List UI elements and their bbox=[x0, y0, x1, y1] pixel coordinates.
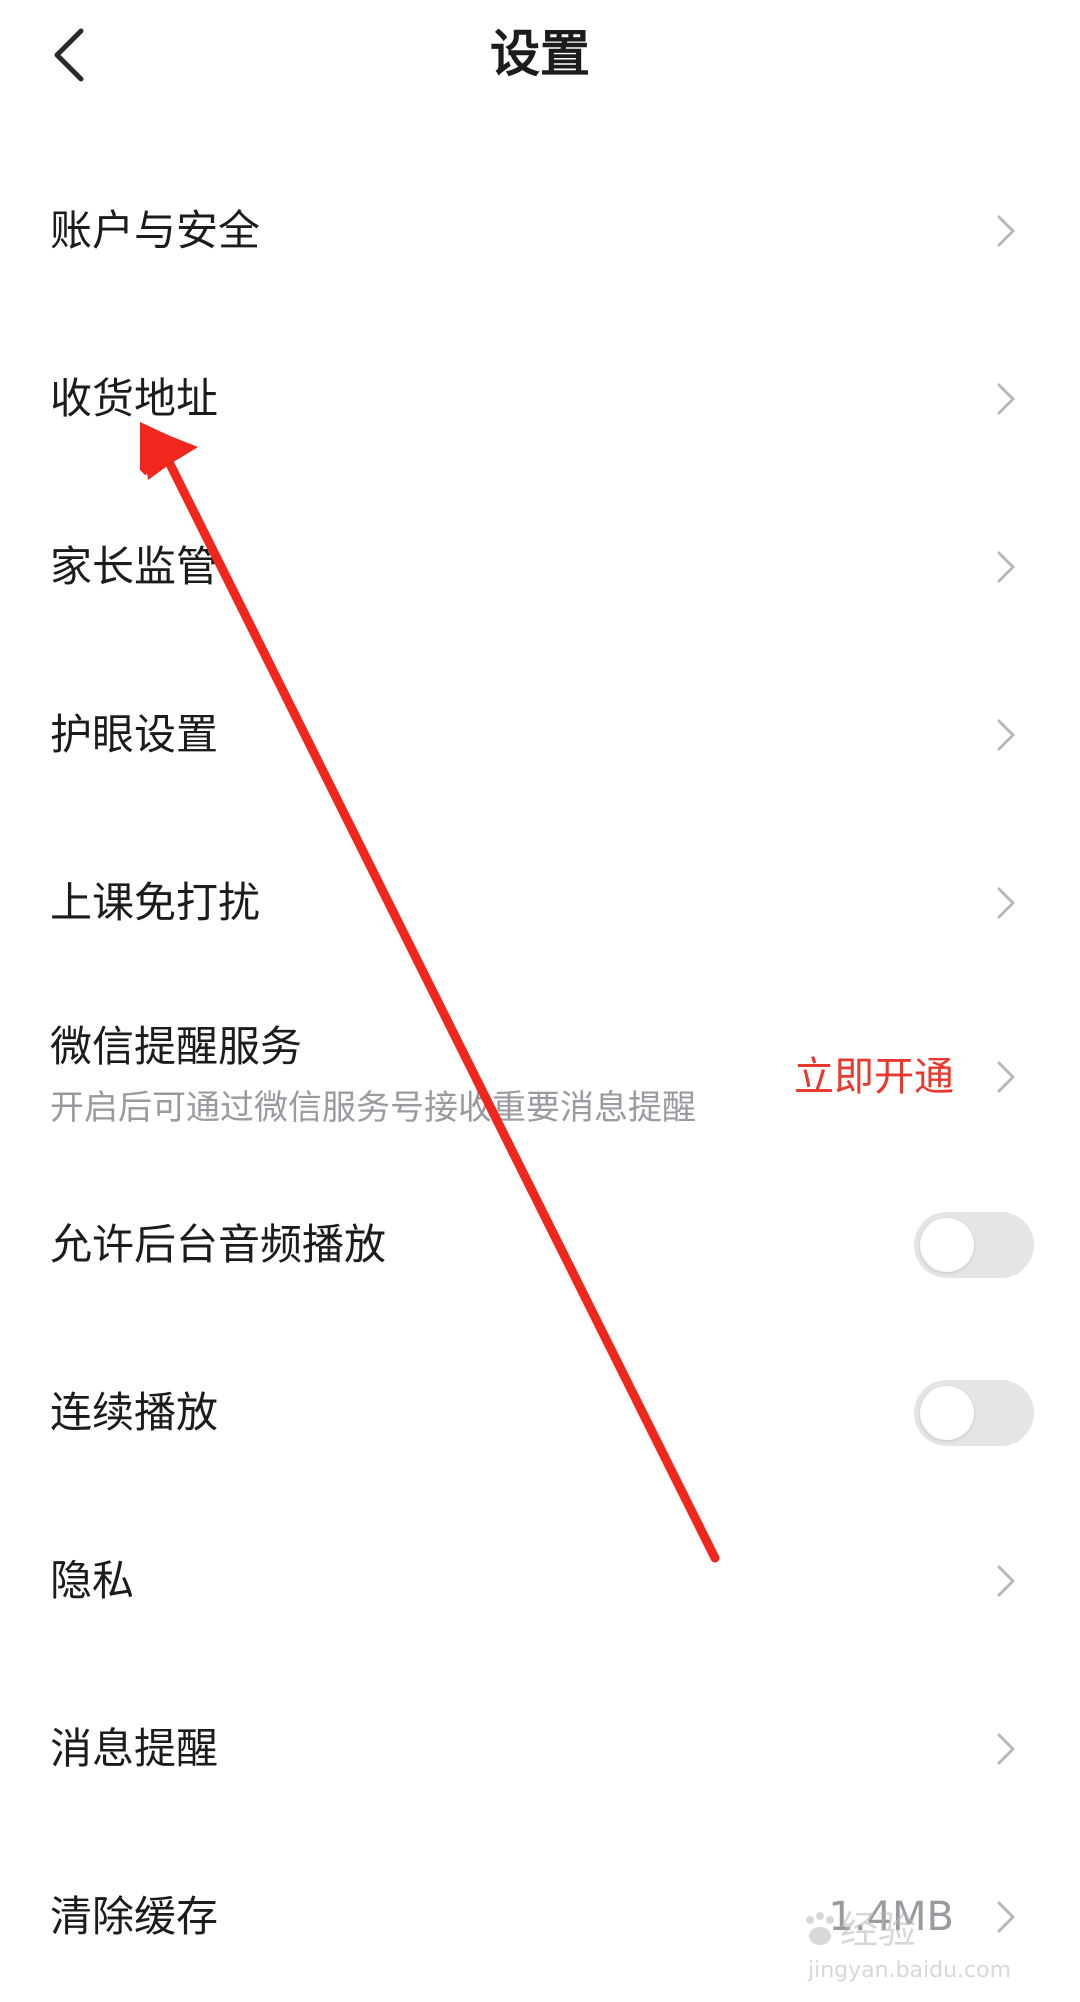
toggle-knob bbox=[920, 1386, 974, 1440]
row-label: 上课免打扰 bbox=[50, 878, 261, 927]
navigation-bar: 设置 bbox=[0, 0, 1080, 110]
watermark: 经验 jingyan.baidu.com bbox=[802, 1904, 1022, 1992]
settings-row-eye-care[interactable]: 护眼设置 bbox=[0, 651, 1080, 819]
row-description: 开启后可通过微信服务号接收重要消息提醒 bbox=[50, 1088, 696, 1128]
paw-logo-icon bbox=[806, 1912, 834, 1945]
chevron-right-icon bbox=[997, 1565, 1015, 1597]
row-label: 清除缓存 bbox=[50, 1892, 219, 1941]
chevron-right-icon bbox=[997, 887, 1015, 919]
watermark-brand: 经验 bbox=[840, 1908, 917, 1952]
page-title: 设置 bbox=[490, 25, 590, 83]
settings-page: 设置 账户与安全 收货地址 家长监管 护眼设置 上课免打扰 微信提醒服务 开启后… bbox=[0, 0, 1080, 2002]
settings-row-parental-control[interactable]: 家长监管 bbox=[0, 483, 1080, 651]
settings-row-account-security[interactable]: 账户与安全 bbox=[0, 147, 1080, 315]
chevron-right-icon bbox=[997, 383, 1015, 415]
row-label: 收货地址 bbox=[50, 374, 219, 423]
row-label: 护眼设置 bbox=[50, 710, 219, 759]
settings-row-class-do-not-disturb[interactable]: 上课免打扰 bbox=[0, 819, 1080, 987]
continuous-play-toggle[interactable] bbox=[914, 1380, 1034, 1446]
watermark-url: jingyan.baidu.com bbox=[808, 1958, 1012, 1983]
background-audio-toggle[interactable] bbox=[914, 1212, 1034, 1278]
settings-row-privacy[interactable]: 隐私 bbox=[0, 1497, 1080, 1665]
settings-row-background-audio: 允许后台音频播放 bbox=[0, 1161, 1080, 1329]
settings-row-shipping-address[interactable]: 收货地址 bbox=[0, 315, 1080, 483]
row-label: 隐私 bbox=[50, 1556, 135, 1605]
chevron-right-icon bbox=[997, 215, 1015, 247]
toggle-knob bbox=[920, 1218, 974, 1272]
row-label: 微信提醒服务 bbox=[50, 1022, 303, 1071]
row-label: 家长监管 bbox=[50, 542, 219, 591]
row-label: 账户与安全 bbox=[50, 206, 261, 255]
row-label: 消息提醒 bbox=[50, 1724, 219, 1773]
settings-row-message-reminder[interactable]: 消息提醒 bbox=[0, 1665, 1080, 1833]
chevron-right-icon bbox=[997, 719, 1015, 751]
settings-row-continuous-play: 连续播放 bbox=[0, 1329, 1080, 1497]
activate-now-link[interactable]: 立即开通 bbox=[794, 1051, 954, 1103]
row-label: 允许后台音频播放 bbox=[50, 1220, 387, 1269]
chevron-right-icon bbox=[997, 1061, 1015, 1093]
chevron-right-icon bbox=[997, 1733, 1015, 1765]
settings-row-wechat-reminder[interactable]: 微信提醒服务 开启后可通过微信服务号接收重要消息提醒 立即开通 bbox=[0, 987, 1080, 1167]
row-label: 连续播放 bbox=[50, 1388, 219, 1437]
chevron-right-icon bbox=[997, 551, 1015, 583]
